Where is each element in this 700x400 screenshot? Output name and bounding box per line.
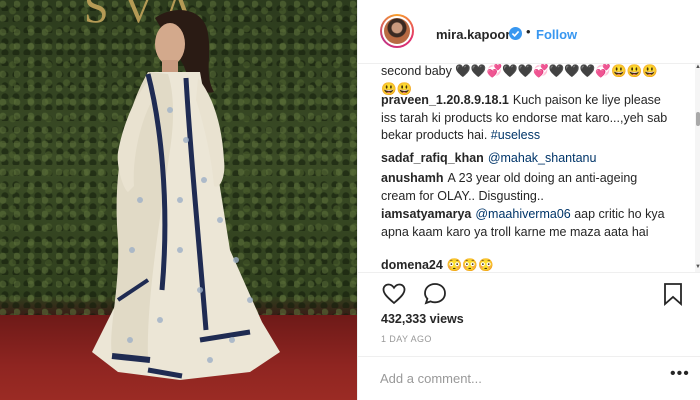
post-details-panel: mira.kapoor • Follow second baby 🖤🖤💞🖤🖤💞🖤… bbox=[357, 0, 700, 400]
comment-item: sadaf_rafiq_khan @mahak_shantanu bbox=[381, 150, 671, 168]
profile-picture bbox=[384, 18, 410, 44]
instagram-post-embed: SVA mira.kapoor • Follow second baby 🖤🖤💞… bbox=[0, 0, 700, 400]
comment-username[interactable]: iamsatyamarya bbox=[381, 207, 471, 221]
comment-item: domena24 😳😳😳 bbox=[381, 257, 671, 272]
add-comment-input[interactable] bbox=[380, 368, 660, 388]
comment-username[interactable]: anushamh bbox=[381, 171, 444, 185]
follow-button[interactable]: Follow bbox=[536, 27, 577, 42]
post-timestamp[interactable]: 1 DAY AGO bbox=[381, 334, 432, 344]
like-heart-icon[interactable] bbox=[381, 281, 407, 307]
scrollbar-thumb[interactable] bbox=[696, 112, 700, 126]
separator-dot: • bbox=[526, 24, 531, 39]
woman-in-lehenga-figure bbox=[92, 10, 280, 380]
view-count[interactable]: 432,333 views bbox=[381, 312, 464, 326]
comment-item: iamsatyamarya @maahiverma06 aap critic ho… bbox=[381, 206, 671, 241]
comments-scrollbar[interactable]: ▲ ▼ bbox=[695, 64, 700, 272]
more-options-icon[interactable]: ••• bbox=[670, 365, 690, 383]
comment-mention[interactable]: @mahak_shantanu bbox=[488, 151, 597, 165]
comment-item: anushamh A 23 year old doing an anti-agei… bbox=[381, 170, 671, 205]
avatar[interactable] bbox=[380, 14, 414, 48]
username-link[interactable]: mira.kapoor bbox=[436, 27, 510, 42]
post-photo[interactable]: SVA bbox=[0, 0, 357, 400]
comment-username[interactable]: domena24 bbox=[381, 258, 443, 272]
comment-text: second baby 🖤🖤💞🖤🖤💞🖤🖤🖤💞😃😃😃😃😃 bbox=[381, 64, 658, 96]
comment-item: praveen_1.20.8.9.18.1 Kuch paison ke liye… bbox=[381, 92, 671, 145]
verified-badge-icon bbox=[509, 27, 522, 40]
scroll-up-arrow-icon[interactable]: ▲ bbox=[695, 64, 700, 70]
action-bar bbox=[358, 273, 700, 313]
add-comment-bar: ••• bbox=[358, 356, 700, 400]
comment-text: 😳😳😳 bbox=[446, 258, 494, 272]
post-header: mira.kapoor • Follow bbox=[358, 0, 700, 64]
scroll-down-arrow-icon[interactable]: ▼ bbox=[695, 264, 700, 270]
bookmark-save-icon[interactable] bbox=[660, 281, 686, 307]
comment-hashtag[interactable]: #useless bbox=[491, 128, 540, 142]
comments-list[interactable]: second baby 🖤🖤💞🖤🖤💞🖤🖤🖤💞😃😃😃😃😃 praveen_1.20… bbox=[358, 64, 700, 272]
comment-mention[interactable]: @maahiverma06 bbox=[475, 207, 570, 221]
comment-username[interactable]: sadaf_rafiq_khan bbox=[381, 151, 484, 165]
comment-bubble-icon[interactable] bbox=[422, 281, 448, 307]
comment-username[interactable]: praveen_1.20.8.9.18.1 bbox=[381, 93, 509, 107]
